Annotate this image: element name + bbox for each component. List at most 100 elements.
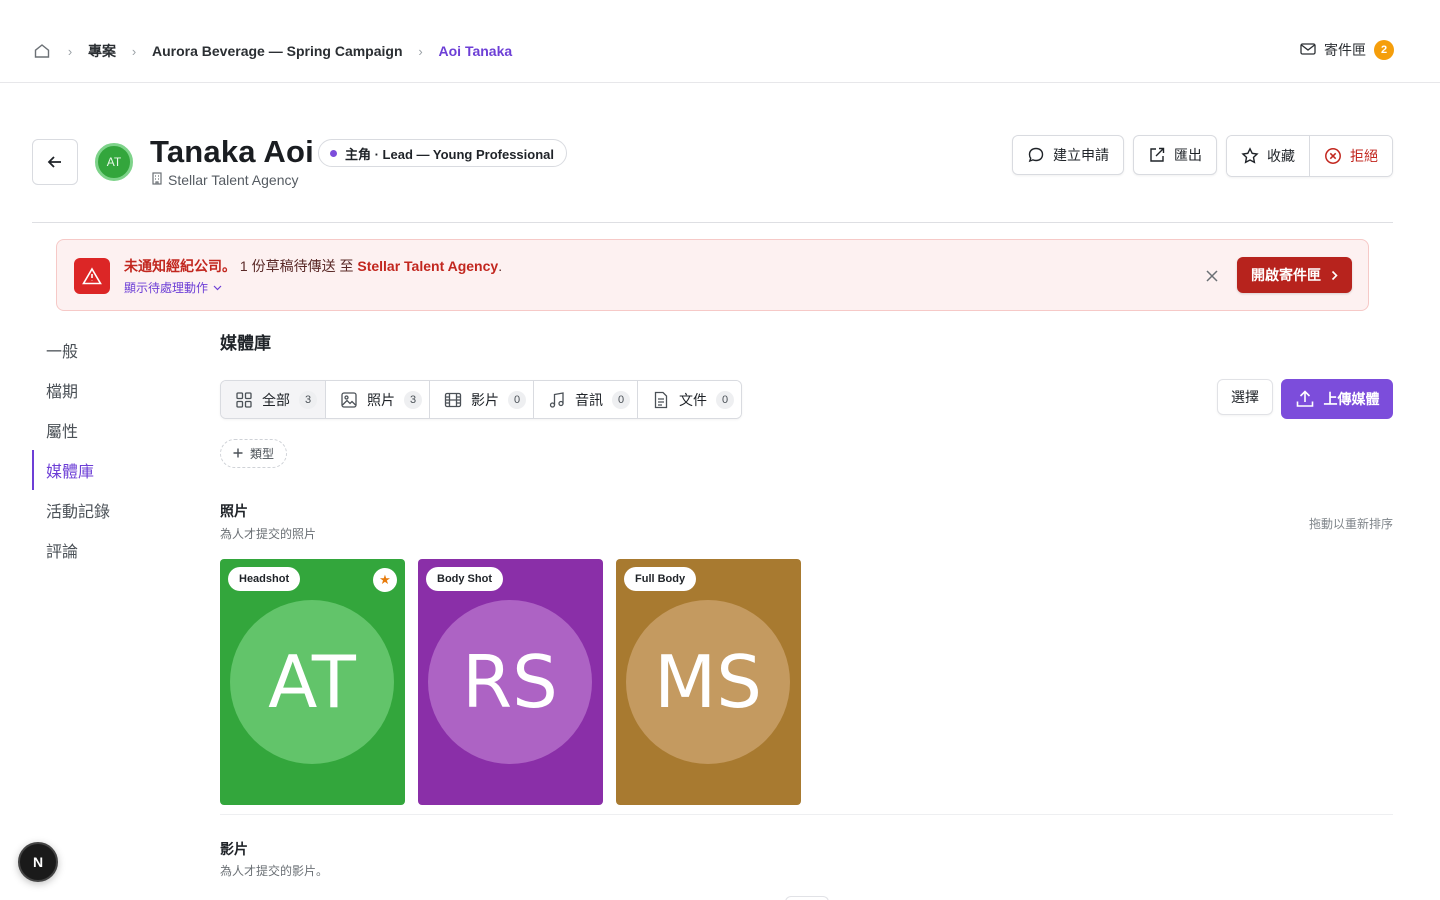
videos-section-title: 影片 bbox=[220, 841, 248, 857]
type-chip-label: 類型 bbox=[250, 447, 275, 461]
tab-label: 照片 bbox=[367, 391, 395, 408]
divider bbox=[32, 222, 1393, 223]
grid-icon bbox=[236, 391, 252, 408]
chevron-right-icon: › bbox=[67, 43, 73, 59]
show-pending-actions-toggle[interactable]: 顯示待處理動作 bbox=[124, 279, 222, 296]
sidebar-item-attributes[interactable]: 屬性 bbox=[32, 410, 182, 450]
count-badge: 0 bbox=[716, 390, 734, 409]
photos-section-title: 照片 bbox=[220, 503, 248, 519]
mail-icon bbox=[1300, 42, 1316, 59]
plus-icon bbox=[233, 447, 243, 461]
role-badge: 主角 · Lead — Young Professional bbox=[318, 139, 567, 167]
status-dot bbox=[330, 149, 337, 157]
section-nav: 一般 檔期 屬性 媒體庫 活動記錄 評論 bbox=[32, 330, 182, 570]
count-badge: 0 bbox=[612, 390, 630, 409]
dev-tools-button[interactable]: N bbox=[18, 842, 58, 882]
sidebar-item-comments[interactable]: 評論 bbox=[32, 530, 182, 570]
favorite-button[interactable]: 收藏 bbox=[1227, 136, 1309, 176]
photo-tag: Headshot bbox=[228, 567, 301, 591]
role-label: 主角 · Lead — Young Professional bbox=[345, 146, 554, 162]
inbox-link[interactable]: 寄件匣 2 bbox=[1300, 40, 1394, 60]
export-label: 匯出 bbox=[1174, 147, 1202, 163]
open-outbox-label: 開啟寄件匣 bbox=[1251, 267, 1321, 283]
favorite-reject-group: 收藏 拒絕 bbox=[1226, 135, 1393, 177]
chevron-right-icon bbox=[1331, 270, 1338, 280]
tab-label: 文件 bbox=[679, 391, 707, 408]
warning-triangle-icon bbox=[74, 258, 110, 294]
tab-videos[interactable]: 影片 0 bbox=[429, 381, 533, 418]
reject-button[interactable]: 拒絕 bbox=[1309, 136, 1392, 176]
close-icon[interactable] bbox=[1202, 266, 1222, 286]
alert-text: 1 份草稿待傳送 至 bbox=[239, 258, 354, 274]
create-request-button[interactable]: 建立申請 bbox=[1012, 135, 1124, 175]
empty-state-box bbox=[785, 896, 829, 900]
star-icon bbox=[1241, 147, 1259, 164]
tab-documents[interactable]: 文件 0 bbox=[637, 381, 741, 418]
chat-bubble-icon bbox=[1028, 147, 1044, 163]
tab-all[interactable]: 全部 3 bbox=[221, 381, 325, 418]
arrow-left-icon bbox=[47, 156, 61, 168]
agency-alert: 未通知經紀公司。 1 份草稿待傳送 至 Stellar Talent Agenc… bbox=[56, 239, 1369, 311]
photo-tag: Full Body bbox=[624, 567, 697, 591]
photo-tag: Body Shot bbox=[426, 567, 503, 591]
chevron-right-icon: › bbox=[418, 43, 423, 59]
document-icon bbox=[654, 391, 668, 408]
back-button[interactable] bbox=[32, 139, 78, 185]
avatar: AT bbox=[95, 143, 133, 181]
inbox-label: 寄件匣 bbox=[1324, 42, 1366, 58]
star-icon[interactable]: ★ bbox=[373, 568, 397, 592]
export-button[interactable]: 匯出 bbox=[1133, 135, 1217, 175]
breadcrumb-projects[interactable]: 專案 bbox=[88, 41, 116, 61]
home-icon[interactable] bbox=[32, 41, 52, 61]
photo-initials: AT bbox=[230, 600, 394, 764]
open-outbox-button[interactable]: 開啟寄件匣 bbox=[1237, 257, 1352, 293]
tab-label: 音訊 bbox=[575, 391, 603, 408]
type-filter-chip[interactable]: 類型 bbox=[220, 439, 288, 468]
tab-label: 影片 bbox=[471, 391, 499, 408]
photo-initials: RS bbox=[428, 600, 592, 764]
count-badge: 0 bbox=[508, 390, 526, 409]
photos-section-subtitle: 為人才提交的照片 bbox=[220, 527, 317, 541]
count-badge: 3 bbox=[299, 390, 317, 409]
videos-section-subtitle: 為人才提交的影片。 bbox=[220, 864, 329, 878]
external-link-icon bbox=[1150, 147, 1165, 162]
film-icon bbox=[444, 392, 462, 407]
tab-label: 全部 bbox=[262, 391, 290, 408]
photo-card[interactable]: AT Headshot ★ bbox=[220, 559, 405, 805]
talent-name: Tanaka Aoi bbox=[150, 134, 314, 169]
alert-message: 未通知經紀公司。 1 份草稿待傳送 至 Stellar Talent Agenc… bbox=[124, 256, 502, 276]
agency-line: Stellar Talent Agency bbox=[151, 172, 299, 188]
top-bar: › 專案 › Aurora Beverage — Spring Campaign… bbox=[0, 0, 1440, 83]
show-pending-label: 顯示待處理動作 bbox=[124, 281, 209, 295]
tab-photos[interactable]: 照片 3 bbox=[325, 381, 429, 418]
image-icon bbox=[341, 391, 357, 408]
upload-media-button[interactable]: 上傳媒體 bbox=[1281, 379, 1393, 419]
photo-grid: AT Headshot ★ RS Body Shot MS Full Body bbox=[220, 559, 801, 805]
sidebar-item-general[interactable]: 一般 bbox=[32, 330, 182, 370]
sidebar-item-media[interactable]: 媒體庫 bbox=[32, 450, 182, 490]
reorder-hint: 拖動以重新排序 bbox=[1308, 517, 1393, 531]
upload-icon bbox=[1296, 390, 1313, 407]
chevron-right-icon: › bbox=[131, 43, 137, 59]
photo-initials: MS bbox=[626, 600, 790, 764]
tab-audio[interactable]: 音訊 0 bbox=[533, 381, 637, 418]
breadcrumb-project[interactable]: Aurora Beverage — Spring Campaign bbox=[152, 43, 403, 59]
favorite-label: 收藏 bbox=[1267, 148, 1295, 164]
sidebar-item-activity[interactable]: 活動記錄 bbox=[32, 490, 182, 530]
photo-card[interactable]: MS Full Body bbox=[616, 559, 801, 805]
x-circle-icon bbox=[1325, 148, 1341, 164]
alert-agency: Stellar Talent Agency bbox=[357, 258, 499, 274]
sidebar-item-availability[interactable]: 檔期 bbox=[32, 370, 182, 410]
select-button[interactable]: 選擇 bbox=[1217, 379, 1273, 415]
alert-suffix: . bbox=[498, 258, 503, 274]
breadcrumb: › 專案 › Aurora Beverage — Spring Campaign… bbox=[32, 40, 512, 62]
photo-card[interactable]: RS Body Shot bbox=[418, 559, 603, 805]
inbox-count-badge: 2 bbox=[1374, 40, 1394, 60]
divider bbox=[220, 814, 1393, 815]
header-actions: 建立申請 匯出 收藏 拒絕 bbox=[1012, 135, 1393, 177]
upload-media-label: 上傳媒體 bbox=[1323, 391, 1380, 407]
alert-title: 未通知經紀公司。 bbox=[124, 258, 236, 274]
page-title: 媒體庫 bbox=[220, 334, 271, 353]
building-icon bbox=[151, 172, 163, 188]
agency-name[interactable]: Stellar Talent Agency bbox=[168, 172, 299, 188]
